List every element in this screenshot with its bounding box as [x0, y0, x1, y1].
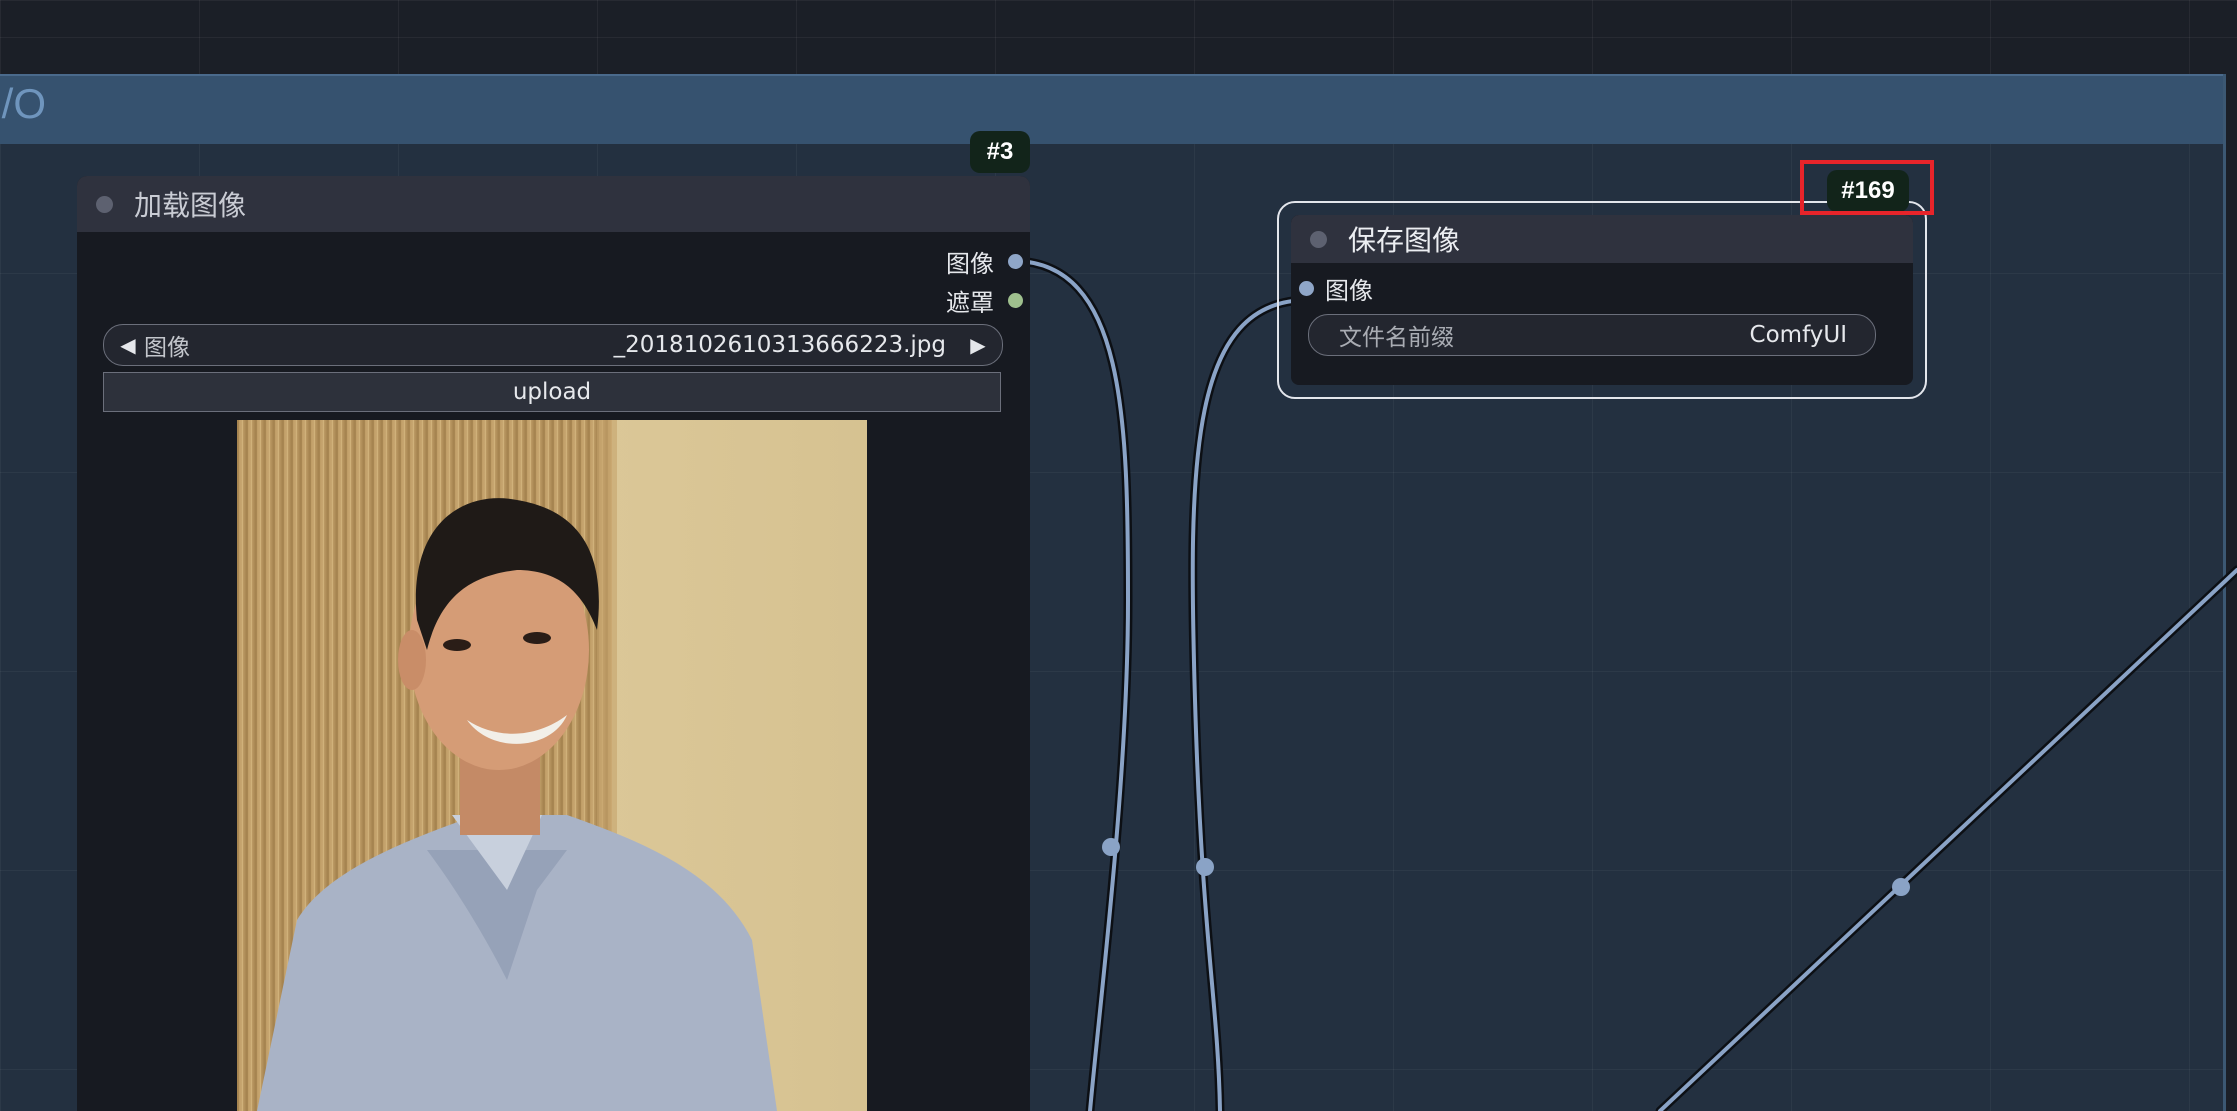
portrait-photo-icon [237, 420, 867, 1111]
node-title: 保存图像 [1348, 224, 1461, 257]
link-image-a-line [1011, 259, 1131, 1111]
image-combo-widget[interactable]: ◀ 图像 _2018102610313666223.jpg ▶ [103, 324, 1003, 366]
output-label-mask: 遮罩 [946, 288, 994, 317]
input-dot-icon[interactable] [1299, 280, 1314, 296]
output-label-image: 图像 [946, 249, 994, 278]
node-id-badge-3: #3 [970, 131, 1030, 173]
link-midpoint-c [1892, 878, 1910, 896]
widget-label: 文件名前缀 [1339, 325, 1454, 351]
output-slot-image[interactable]: 图像 [946, 246, 1030, 278]
combo-value: _2018102610313666223.jpg [613, 332, 946, 358]
output-dot-icon[interactable] [1008, 253, 1023, 269]
node-header[interactable]: 保存图像 [1291, 215, 1913, 263]
link-midpoint-b [1196, 858, 1214, 876]
save-node-body[interactable]: 保存图像 图像 文件名前缀 ComfyUI [1291, 215, 1913, 385]
upload-button[interactable]: upload [103, 372, 1001, 412]
link-image-a [1008, 256, 1133, 1111]
highlight-annotation [1800, 160, 1934, 215]
right-arrow-icon[interactable]: ▶ [964, 333, 992, 357]
link-midpoint-a [1102, 838, 1120, 856]
combo-label: 图像 [144, 335, 190, 361]
load-image-node[interactable]: 加载图像 图像 遮罩 ◀ 图像 _2018102610313666223.jpg… [77, 176, 1030, 1111]
widget-value: ComfyUI [1749, 322, 1847, 348]
input-slot-image[interactable]: 图像 [1291, 273, 1387, 305]
filename-prefix-widget[interactable]: 文件名前缀 ComfyUI [1308, 314, 1876, 356]
left-arrow-icon[interactable]: ◀ [114, 333, 142, 357]
graph-canvas[interactable]: I/O #3 加载图像 图像 遮罩 ◀ 图像 [0, 0, 2237, 1111]
image-preview [237, 420, 867, 1111]
link-diagonal-line [1658, 568, 2237, 1111]
node-header[interactable]: 加载图像 [77, 176, 1030, 232]
output-dot-icon[interactable] [1008, 292, 1023, 308]
link-image-b [1188, 295, 1313, 1111]
node-title: 加载图像 [134, 189, 247, 222]
input-label-image: 图像 [1325, 276, 1373, 305]
save-image-node[interactable]: 保存图像 图像 文件名前缀 ComfyUI [1277, 201, 1927, 399]
collapse-dot-icon[interactable] [1310, 230, 1327, 248]
output-slot-mask[interactable]: 遮罩 [946, 285, 1030, 317]
collapse-dot-icon[interactable] [96, 195, 113, 213]
